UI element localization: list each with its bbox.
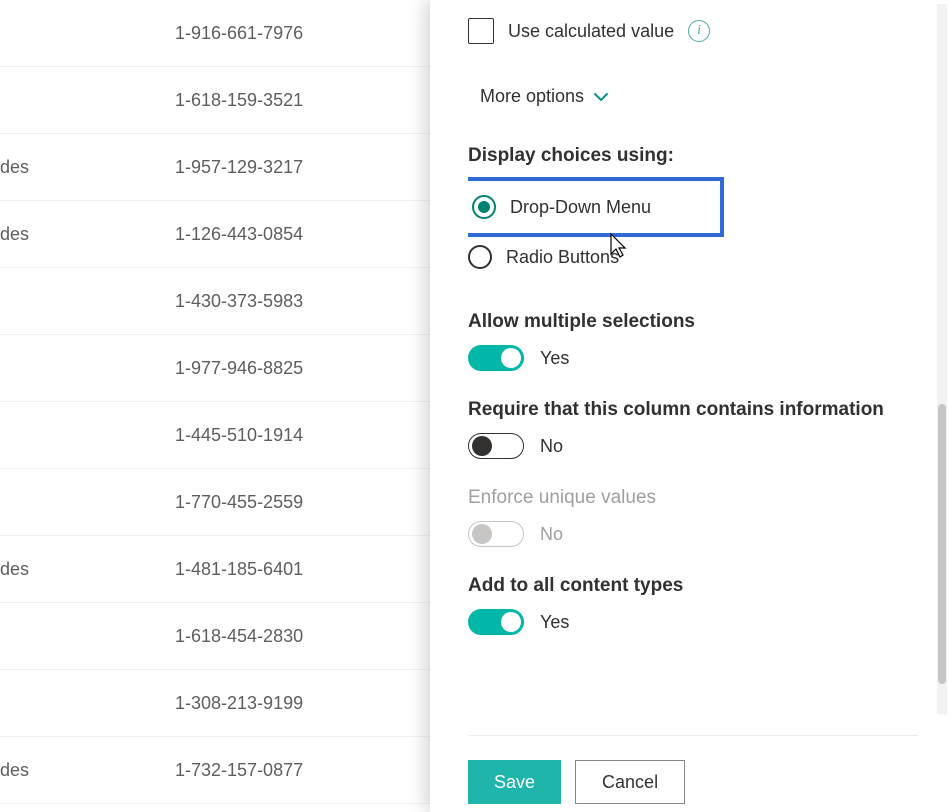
table-row[interactable]: 1-770-455-2559 bbox=[0, 469, 430, 536]
enforce-unique-label: Enforce unique values bbox=[468, 487, 920, 509]
use-calculated-value-checkbox[interactable] bbox=[468, 18, 494, 44]
save-button[interactable]: Save bbox=[468, 760, 561, 804]
display-choices-label: Display choices using: bbox=[468, 145, 920, 167]
more-options-toggle[interactable]: More options bbox=[480, 86, 920, 107]
allow-multiple-label: Allow multiple selections bbox=[468, 311, 920, 333]
column-settings-panel: Use calculated value i More options Disp… bbox=[430, 0, 950, 812]
background-list: 1-916-661-7976 1-618-159-3521 des1-957-1… bbox=[0, 0, 430, 812]
table-row[interactable]: des1-957-129-3217 bbox=[0, 134, 430, 201]
info-icon[interactable]: i bbox=[688, 20, 710, 42]
chevron-down-icon bbox=[594, 89, 608, 105]
require-info-label: Require that this column contains inform… bbox=[468, 399, 920, 421]
enforce-unique-toggle bbox=[468, 521, 524, 547]
radio-selected-icon bbox=[472, 195, 496, 219]
display-choice-dropdown-radio[interactable]: Drop-Down Menu bbox=[468, 177, 724, 237]
allow-multiple-toggle[interactable] bbox=[468, 345, 524, 371]
display-choice-radiobuttons-radio[interactable]: Radio Buttons bbox=[468, 231, 920, 283]
panel-scrollbar[interactable] bbox=[937, 4, 947, 714]
add-all-content-types-label: Add to all content types bbox=[468, 575, 920, 597]
table-row[interactable]: 1-916-661-7976 bbox=[0, 0, 430, 67]
radio-unselected-icon bbox=[468, 245, 492, 269]
require-info-toggle[interactable] bbox=[468, 433, 524, 459]
require-info-value: No bbox=[540, 436, 563, 457]
scrollbar-thumb[interactable] bbox=[938, 404, 946, 684]
table-row[interactable]: des1-126-443-0854 bbox=[0, 201, 430, 268]
table-row[interactable]: 1-445-510-1914 bbox=[0, 402, 430, 469]
cancel-button[interactable]: Cancel bbox=[575, 760, 685, 804]
table-row[interactable]: 1-618-159-3521 bbox=[0, 67, 430, 134]
table-row[interactable]: des1-732-157-0877 bbox=[0, 737, 430, 804]
table-row[interactable]: des1-481-185-6401 bbox=[0, 536, 430, 603]
table-row[interactable]: 1-977-946-8825 bbox=[0, 335, 430, 402]
allow-multiple-value: Yes bbox=[540, 348, 569, 369]
table-row[interactable]: 1-618-454-2830 bbox=[0, 603, 430, 670]
table-row[interactable]: 1-308-213-9199 bbox=[0, 670, 430, 737]
add-all-content-types-value: Yes bbox=[540, 612, 569, 633]
add-all-content-types-toggle[interactable] bbox=[468, 609, 524, 635]
table-row[interactable]: 1-430-373-5983 bbox=[0, 268, 430, 335]
enforce-unique-value: No bbox=[540, 524, 563, 545]
use-calculated-value-label: Use calculated value bbox=[508, 21, 674, 42]
